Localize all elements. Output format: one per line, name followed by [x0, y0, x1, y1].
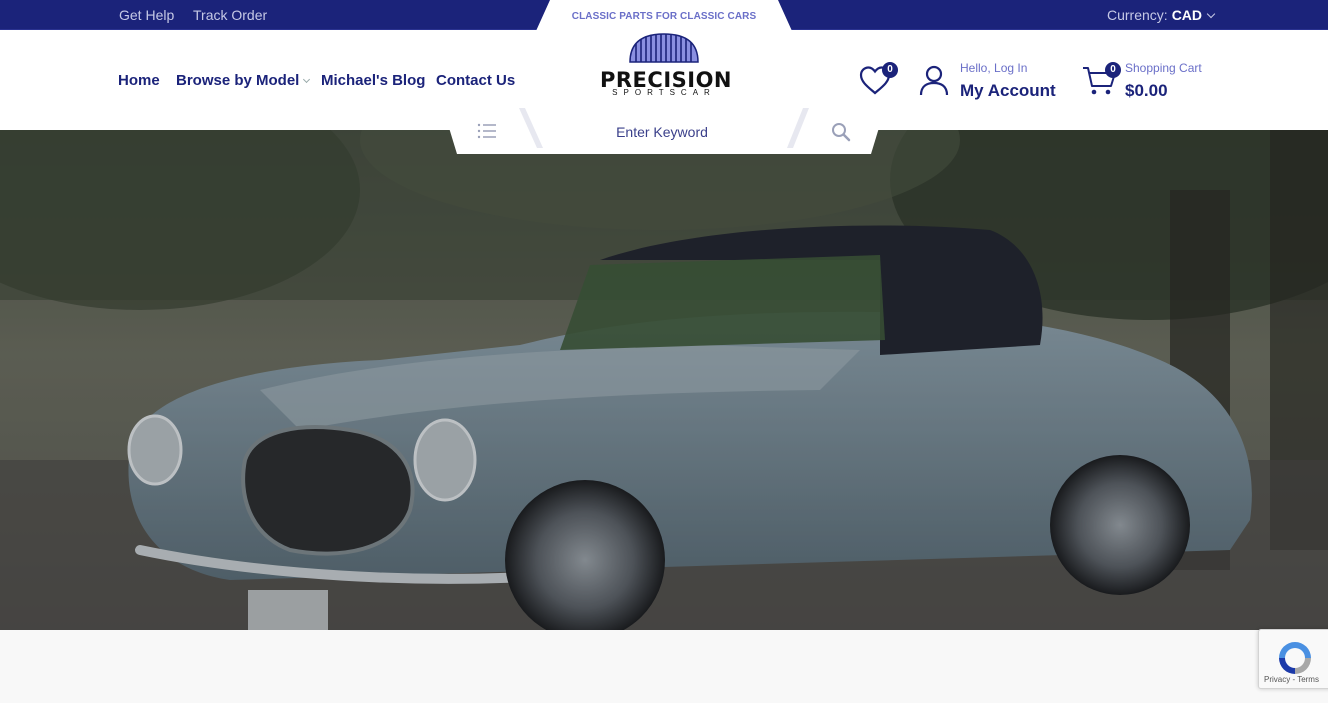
nav-blog[interactable]: Michael's Blog — [321, 72, 425, 89]
get-help-link[interactable]: Get Help — [119, 7, 174, 23]
logo-globe-icon — [629, 33, 699, 63]
search-category-menu[interactable] — [477, 122, 497, 140]
wishlist-count-badge: 0 — [882, 62, 898, 78]
track-order-link[interactable]: Track Order — [193, 7, 267, 23]
list-icon — [477, 123, 496, 139]
hero-overlay — [0, 130, 1328, 630]
nav-browse-label: Browse by Model — [176, 72, 300, 89]
chevron-down-icon — [303, 75, 311, 84]
search-button[interactable] — [831, 122, 851, 142]
my-account-link[interactable]: My Account — [960, 81, 1056, 101]
user-icon — [919, 65, 949, 96]
hero-image — [0, 130, 1328, 630]
recaptcha-links[interactable]: Privacy - Terms — [1264, 675, 1319, 684]
nav-contact-us[interactable]: Contact Us — [436, 72, 515, 89]
brand-sub: SPORTSCAR — [612, 88, 716, 97]
content-area — [0, 630, 1328, 703]
nav-browse-by-model[interactable]: Browse by Model — [176, 72, 311, 89]
wishlist-button[interactable]: 0 — [858, 62, 898, 98]
search-input[interactable] — [540, 122, 784, 142]
recaptcha-icon — [1279, 642, 1311, 674]
search-icon — [832, 123, 851, 142]
account-icon-button[interactable] — [918, 64, 950, 98]
chevron-down-icon — [1206, 9, 1216, 19]
nav-home[interactable]: Home — [118, 72, 160, 89]
cart-total: $0.00 — [1125, 81, 1168, 100]
cart-button[interactable]: 0 — [1082, 62, 1122, 98]
cart-count-badge: 0 — [1105, 62, 1121, 78]
currency-value: CAD — [1171, 7, 1203, 23]
currency-label: Currency: — [1107, 7, 1168, 23]
account-greeting-link[interactable]: Hello, Log In — [960, 61, 1027, 75]
currency-selector[interactable]: Currency: CAD — [1107, 7, 1216, 23]
tagline: CLASSIC PARTS FOR CLASSIC CARS — [571, 11, 757, 22]
cart-label[interactable]: Shopping Cart — [1125, 61, 1202, 75]
